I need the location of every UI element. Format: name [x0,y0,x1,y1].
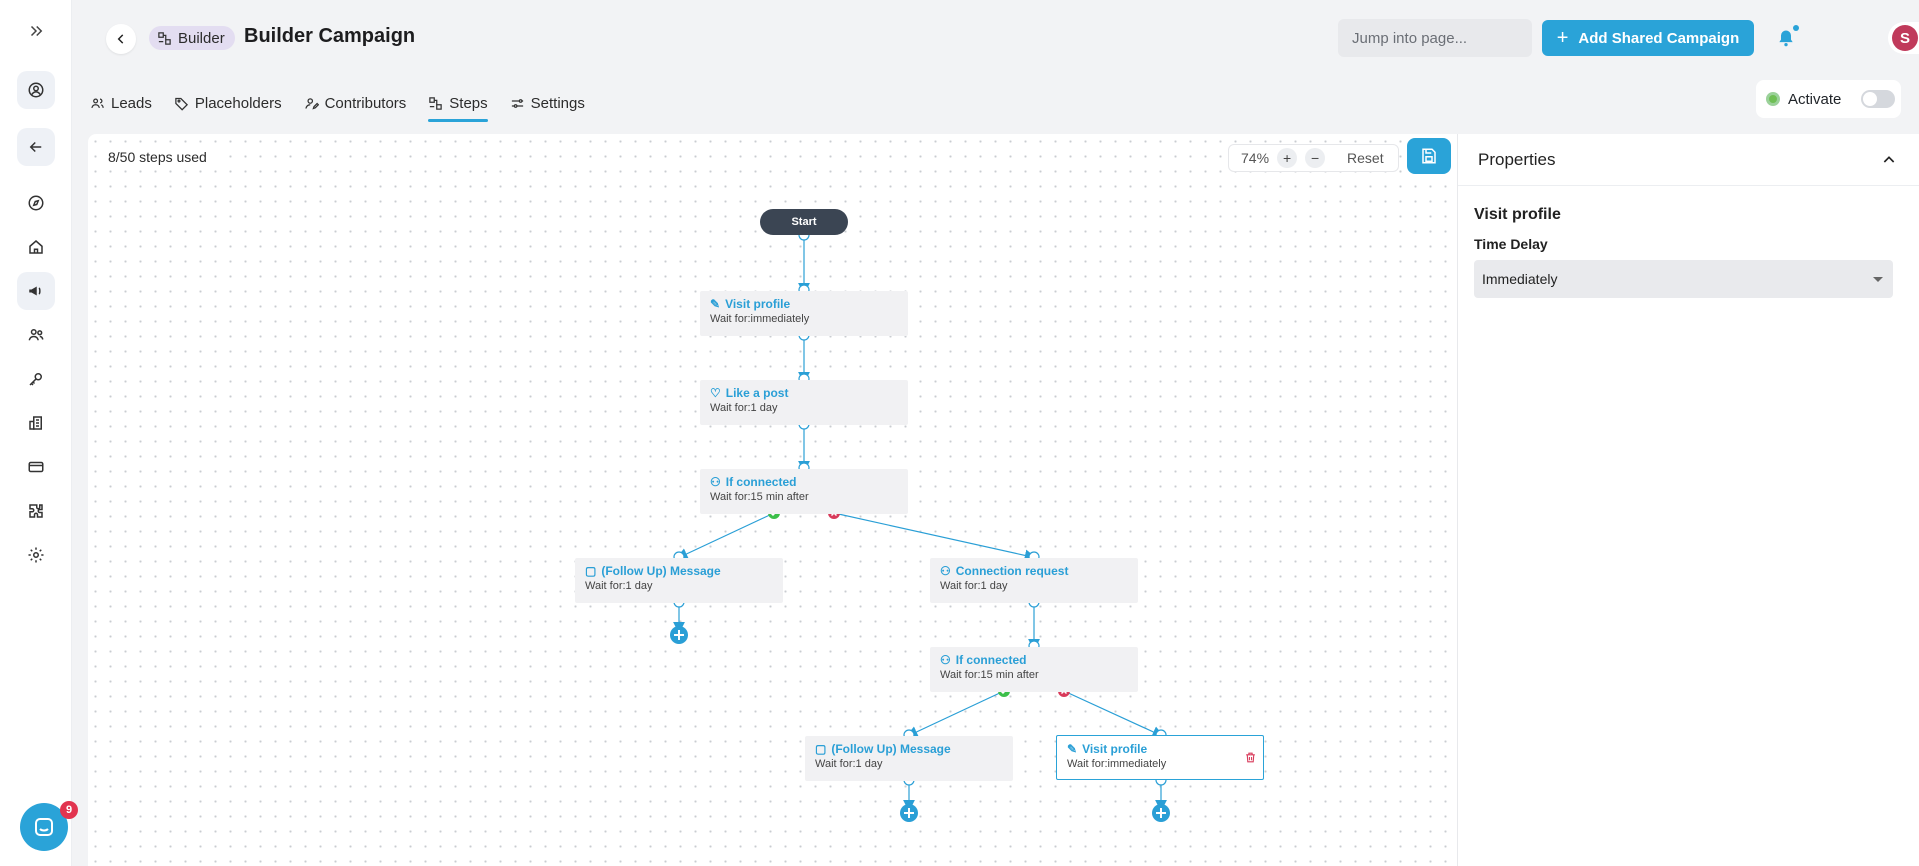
user-plus-icon: ⚇ [940,564,951,578]
chevron-left-icon [117,34,124,44]
edge-yes-message-2 [905,690,1005,738]
add-shared-campaign-button[interactable]: + Add Shared Campaign [1542,20,1754,56]
user-check-icon: ⚇ [710,475,721,489]
tab-steps[interactable]: Steps [428,88,489,122]
message-icon: ▢ [585,564,597,578]
user-check-icon: ⚇ [940,653,951,667]
time-delay-select[interactable]: Immediately [1474,260,1893,298]
edge-no-connection [833,512,1037,562]
key-icon[interactable] [17,360,55,398]
step-node-like-post[interactable]: ♡ Like a post Wait for:1 day [700,380,908,425]
step-node-follow-up-message-2[interactable]: ▢ (Follow Up) Message Wait for:1 day [805,736,1013,781]
start-node[interactable]: Start [760,209,848,235]
step-node-visit-profile[interactable]: ✎ Visit profile Wait for:immediately [700,291,908,336]
building-icon[interactable] [17,404,55,442]
tag-icon [175,97,188,111]
step-node-follow-up-message[interactable]: ▢ (Follow Up) Message Wait for:1 day [575,558,783,603]
add-step-icon[interactable] [1152,804,1170,822]
tab-contributors[interactable]: Contributors [304,88,406,118]
chat-icon [35,818,53,836]
tab-settings[interactable]: Settings [510,88,585,118]
step-node-connection-request[interactable]: ⚇ Connection request Wait for:1 day [930,558,1138,603]
avatar[interactable]: S [1892,25,1918,51]
expand-sidebar-icon[interactable] [17,12,55,50]
tab-bar: Leads Placeholders Contributors Steps Se… [90,88,585,122]
step-node-if-connected[interactable]: ⚇ If connected Wait for:15 min after [700,469,908,514]
dropdown-caret-icon [1873,277,1883,282]
trash-icon[interactable] [1244,751,1257,764]
users-icon [91,98,104,108]
status-dot [1766,92,1780,106]
activate-control: Activate [1756,80,1901,118]
activate-label: Activate [1788,90,1842,108]
properties-heading: Properties [1478,149,1556,169]
compass-icon[interactable] [17,184,55,222]
add-step-icon[interactable] [670,626,688,644]
account-menu[interactable]: S [1888,22,1919,54]
credit-card-icon[interactable] [17,448,55,486]
edit-icon: ✎ [710,297,721,311]
step-node-visit-profile-2[interactable]: ✎ Visit profile Wait for:immediately [1056,735,1264,780]
page-title: Builder Campaign [244,25,416,47]
edge-yes-message [675,512,775,560]
puzzle-icon[interactable] [17,492,55,530]
heart-icon: ♡ [710,386,721,400]
team-icon[interactable] [17,316,55,354]
sliders-icon [511,98,523,108]
activate-toggle[interactable] [1861,90,1896,108]
edge-no-visit [1063,690,1165,738]
home-icon[interactable] [17,228,55,266]
step-name: Visit profile [1474,206,1561,223]
profile-icon[interactable] [17,71,55,109]
properties-panel: Properties Visit profile Time Delay Imme… [1457,134,1919,866]
sidebar [0,0,72,866]
step-node-if-connected-2[interactable]: ⚇ If connected Wait for:15 min after [930,647,1138,692]
message-icon: ▢ [815,742,827,756]
top-bar: Builder Builder Campaign + Add Shared Ca… [72,0,1919,76]
flow-canvas[interactable]: 8/50 steps used 74% + − Reset Start ✎ Vi… [88,134,1457,866]
back-button[interactable] [106,24,136,54]
back-arrow-icon[interactable] [17,128,55,166]
tab-placeholders[interactable]: Placeholders [174,88,282,118]
chat-unread-badge: 9 [60,801,78,819]
jump-search-input[interactable] [1338,19,1532,57]
edit-icon: ✎ [1067,742,1078,756]
breadcrumb[interactable]: Builder [149,26,235,50]
user-edit-icon [304,97,319,109]
chevron-up-icon[interactable] [1881,152,1897,168]
bell-icon[interactable] [1776,27,1796,49]
time-delay-label: Time Delay [1474,236,1548,252]
add-step-icon[interactable] [900,804,918,822]
plus-icon: + [1556,27,1569,49]
breadcrumb-label: Builder [178,29,225,47]
settings-gear-icon[interactable] [17,536,55,574]
steps-icon [429,96,443,110]
notification-dot [1793,25,1799,31]
builder-icon [158,31,171,45]
tab-leads[interactable]: Leads [90,88,152,118]
megaphone-icon[interactable] [17,272,55,310]
